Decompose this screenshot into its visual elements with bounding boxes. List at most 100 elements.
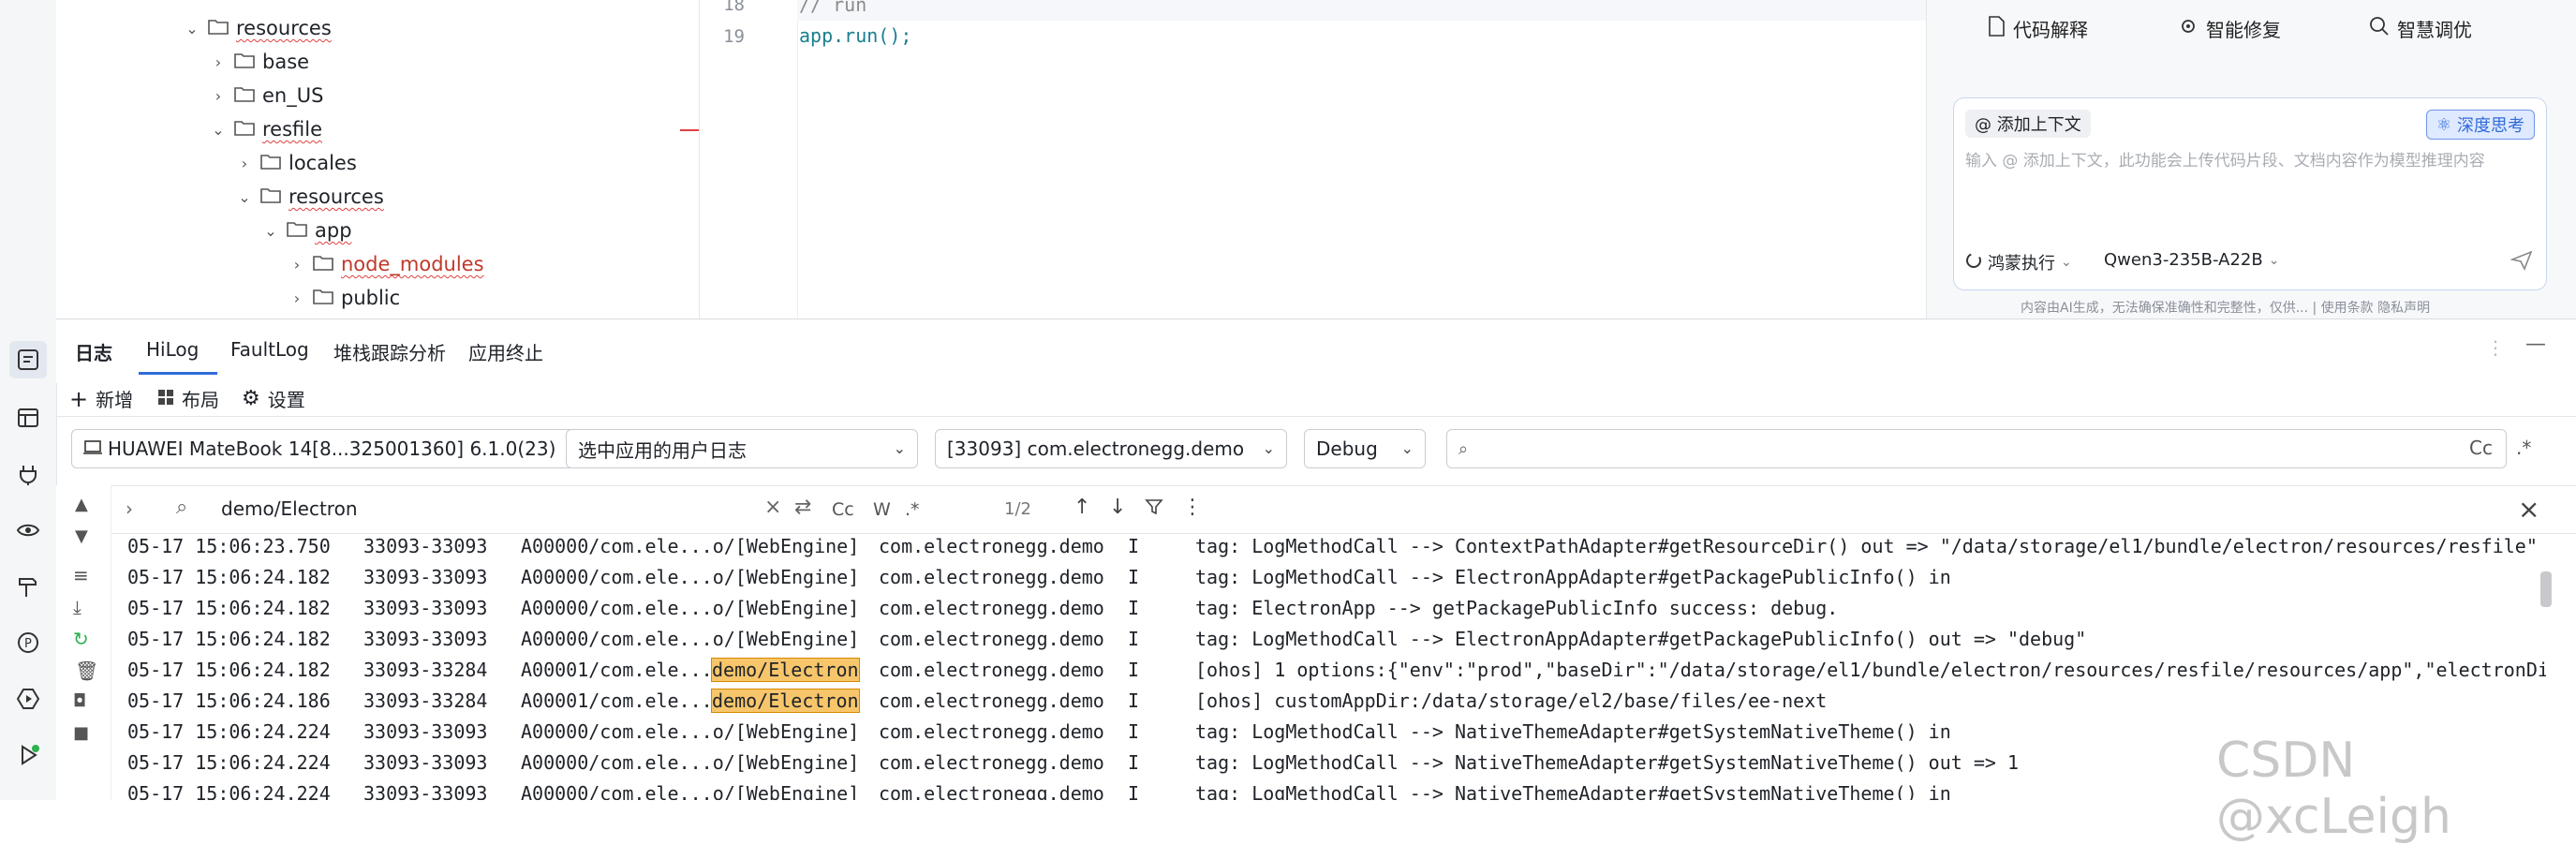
send-icon[interactable] xyxy=(2509,250,2533,274)
device-select[interactable]: HUAWEI MateBook 14[8...325001360] 6.1.0(… xyxy=(71,429,603,468)
close-icon[interactable]: × xyxy=(2518,494,2539,525)
tree-item[interactable]: › en_US xyxy=(206,79,324,112)
level-select[interactable]: Debug ⌄ xyxy=(1304,429,1426,468)
code-comment: // run xyxy=(799,0,867,16)
tab-hilog[interactable]: HiLog xyxy=(146,338,199,361)
log-pid: 33093-33093 xyxy=(363,751,488,774)
log-package: com.electronegg.demo xyxy=(879,535,1104,557)
search-input[interactable]: demo/Electron xyxy=(221,497,358,520)
mode-dropdown[interactable]: 鸿蒙执行 ⌄ xyxy=(1965,250,2072,274)
hammer-icon[interactable] xyxy=(9,568,47,605)
log-message: tag: LogMethodCall --> ContextPathAdapte… xyxy=(1195,535,2538,557)
tree-item[interactable]: › node_modules xyxy=(285,247,484,281)
clear-icon[interactable]: × xyxy=(764,496,781,519)
gear-icon xyxy=(2178,16,2198,41)
log-row[interactable]: 05-17 15:06:24.182 33093-33093 A00000/co… xyxy=(111,625,2546,656)
log-scrollbar-thumb[interactable] xyxy=(2540,571,2552,607)
trash-icon[interactable]: 🗑 xyxy=(75,660,98,682)
restart-icon[interactable]: ↻ xyxy=(73,628,89,650)
log-row[interactable]: 05-17 15:06:24.186 33093-33284 A00001/co… xyxy=(111,687,2546,718)
log-row[interactable]: 05-17 15:06:24.224 33093-33093 A00000/co… xyxy=(111,779,2546,800)
more-icon[interactable]: ⋮ xyxy=(1182,496,1203,519)
log-level: I xyxy=(1128,566,1140,588)
video-icon[interactable]: ■ xyxy=(73,723,89,743)
tree-item[interactable]: ⌄ resfile xyxy=(206,112,322,146)
services-icon[interactable] xyxy=(9,680,47,718)
run-icon[interactable] xyxy=(9,736,47,774)
ai-input-box[interactable]: @ 添加上下文 ⚛ 深度思考 输入 @ 添加上下文，此功能会上传代码片段、文档内容… xyxy=(1953,97,2547,290)
log-message: [ohos] 1 options:{"env":"prod","baseDir"… xyxy=(1195,659,2546,681)
log-pid: 33093-33093 xyxy=(363,535,488,557)
log-tag: A00000/com.ele...o/[WebEngine] xyxy=(521,782,860,800)
log-row[interactable]: 05-17 15:06:24.182 33093-33093 A00000/co… xyxy=(111,563,2546,594)
tab-faultlog[interactable]: FaultLog xyxy=(230,338,309,361)
log-row[interactable]: 05-17 15:06:24.182 33093-33093 A00000/co… xyxy=(111,594,2546,625)
folder-icon xyxy=(260,185,281,208)
soft-wrap-icon[interactable]: ≡ xyxy=(73,564,89,586)
ai-input-placeholder: 输入 @ 添加上下文，此功能会上传代码片段、文档内容作为模型推理内容 xyxy=(1965,152,2485,170)
code-line: app.run(); xyxy=(799,24,912,47)
layout-button[interactable]: 布局 xyxy=(157,385,219,412)
button-label: 布局 xyxy=(182,389,219,411)
whole-word-toggle[interactable]: W xyxy=(873,499,891,520)
log-row[interactable]: 05-17 15:06:23.750 33093-33093 A00000/co… xyxy=(111,532,2546,563)
filter-icon[interactable] xyxy=(1145,497,1163,520)
replace-icon[interactable]: ⇄ xyxy=(794,496,811,519)
log-row[interactable]: 05-17 15:06:24.182 33093-33284 A00001/co… xyxy=(111,656,2546,687)
arrow-up-icon[interactable]: ↑ xyxy=(1073,496,1090,519)
scroll-down-icon[interactable]: ▼ xyxy=(75,526,88,546)
eye-icon[interactable] xyxy=(9,511,47,549)
match-count: 1/2 xyxy=(1004,499,1031,519)
case-toggle[interactable]: Cc xyxy=(2469,437,2493,459)
folder-icon xyxy=(208,17,229,39)
more-icon[interactable]: ⋮ xyxy=(2486,336,2505,359)
log-lines[interactable]: 05-17 15:06:23.750 33093-33093 A00000/co… xyxy=(111,532,2546,800)
tree-item[interactable]: ⌄ resources xyxy=(180,11,331,45)
chevron-right-icon: › xyxy=(215,52,222,71)
code-editor[interactable]: 18 19 // run app.run(); xyxy=(699,0,1927,319)
log-row[interactable]: 05-17 15:06:24.224 33093-33093 A00000/co… xyxy=(111,749,2546,779)
log-tool-icon[interactable] xyxy=(9,341,47,378)
tree-item-label: public xyxy=(341,287,401,309)
folder-icon xyxy=(313,287,333,309)
gear-icon: ⚙ xyxy=(242,387,260,410)
add-button[interactable]: + 新增 xyxy=(69,385,133,412)
tab-app-freeze[interactable]: 应用终止 xyxy=(468,338,543,365)
code-explain-button[interactable]: 代码解释 xyxy=(1987,15,2088,42)
tree-item[interactable]: › public xyxy=(285,281,400,315)
plug-icon[interactable] xyxy=(9,455,47,493)
chevron-down-icon: ⌄ xyxy=(185,19,199,37)
filter-input[interactable]: ⌕ xyxy=(1446,429,2507,468)
tree-item-label: resfile xyxy=(262,118,323,141)
deep-think-toggle[interactable]: ⚛ 深度思考 xyxy=(2425,110,2535,140)
log-source-select[interactable]: 选中应用的用户日志 ⌄ xyxy=(566,429,918,468)
regex-toggle[interactable]: .* xyxy=(905,499,920,520)
minimize-icon[interactable]: — xyxy=(2525,333,2546,356)
scroll-to-end-icon[interactable]: ⤓ xyxy=(73,596,81,618)
chevron-right-icon[interactable]: › xyxy=(126,497,133,520)
add-context-chip[interactable]: @ 添加上下文 xyxy=(1965,110,2091,138)
log-row[interactable]: 05-17 15:06:24.224 33093-33093 A00000/co… xyxy=(111,718,2546,749)
profiler-icon[interactable]: P xyxy=(9,624,47,661)
table-icon[interactable] xyxy=(9,399,47,437)
log-tag: A00000/com.ele...o/[WebEngine] xyxy=(521,597,860,619)
match-case-toggle[interactable]: Cc xyxy=(832,499,854,520)
log-tag: A00001/com.ele... xyxy=(521,689,713,712)
scroll-up-icon[interactable]: ▲ xyxy=(75,495,88,514)
camera-icon[interactable]: ◘ xyxy=(73,691,86,711)
settings-button[interactable]: ⚙ 设置 xyxy=(242,385,305,412)
log-level: I xyxy=(1128,659,1140,681)
process-select[interactable]: [33093] com.electronegg.demo ⌄ xyxy=(935,429,1287,468)
tree-item[interactable]: › locales xyxy=(232,146,357,180)
smart-fix-button[interactable]: 智能修复 xyxy=(2178,15,2281,42)
tree-item[interactable]: › base xyxy=(206,45,309,79)
tab-stack-trace[interactable]: 堆栈跟踪分析 xyxy=(333,338,446,365)
arrow-down-icon[interactable]: ↓ xyxy=(1109,496,1126,519)
log-message: [ohos] customAppDir:/data/storage/el2/ba… xyxy=(1195,689,1828,712)
tree-item[interactable]: ⌄ resources xyxy=(232,180,383,214)
regex-toggle[interactable]: .* xyxy=(2516,437,2531,459)
tree-item[interactable]: ⌄ app xyxy=(259,214,351,247)
smart-tune-button[interactable]: 智慧调优 xyxy=(2369,15,2472,42)
line-number: 18 xyxy=(723,0,745,15)
model-dropdown[interactable]: Qwen3-235B-A22B ⌄ xyxy=(2104,250,2279,270)
